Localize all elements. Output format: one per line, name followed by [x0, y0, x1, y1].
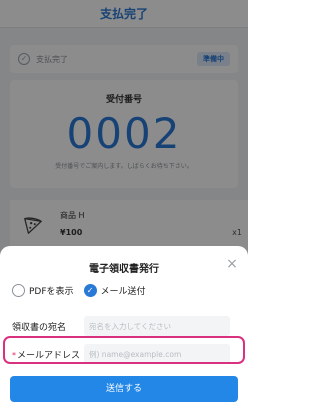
- option-pdf[interactable]: PDFを表示: [12, 284, 74, 297]
- required-mark: *: [12, 350, 16, 360]
- recipient-name-row: 領収書の宛名: [0, 312, 248, 340]
- checkmark-icon[interactable]: ✓: [83, 284, 97, 297]
- email-label-wrap: *メールアドレス: [0, 348, 84, 361]
- delivery-options: PDFを表示 ✓ メール送付: [12, 284, 156, 297]
- option-email[interactable]: ✓ メール送付: [83, 284, 146, 297]
- option-email-label: メール送付: [100, 287, 146, 297]
- option-pdf-label: PDFを表示: [29, 287, 74, 297]
- receipt-bottom-sheet: 電子領収書発行 × PDFを表示 ✓ メール送付 領収書の宛名 *メールアドレス…: [0, 246, 248, 417]
- email-input[interactable]: [84, 344, 230, 364]
- radio-unchecked[interactable]: [12, 284, 25, 297]
- sheet-title: 電子領収書発行: [89, 264, 159, 275]
- close-icon[interactable]: ×: [224, 256, 240, 272]
- recipient-name-label: 領収書の宛名: [12, 322, 67, 333]
- email-label: メールアドレス: [17, 350, 81, 361]
- email-row: *メールアドレス: [0, 340, 248, 368]
- recipient-name-input[interactable]: [84, 316, 230, 336]
- send-button[interactable]: 送信する: [10, 376, 238, 402]
